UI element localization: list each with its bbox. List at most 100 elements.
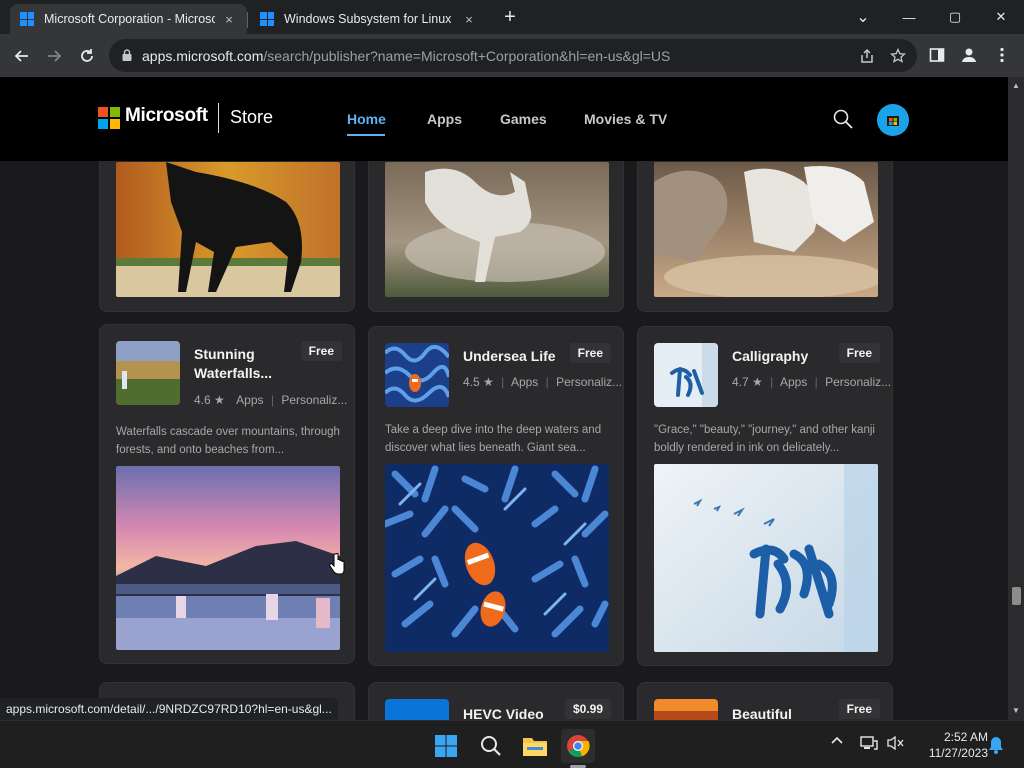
app-thumbnail[interactable] bbox=[385, 699, 449, 720]
card-hero-image[interactable] bbox=[654, 162, 878, 297]
tab-close-icon[interactable]: × bbox=[221, 12, 237, 27]
forward-button[interactable] bbox=[40, 42, 68, 70]
app-card-beautiful[interactable]: Beautiful Free bbox=[637, 682, 893, 720]
bookmark-star-icon[interactable] bbox=[888, 46, 908, 66]
price-badge: Free bbox=[838, 699, 880, 719]
meta-separator: | bbox=[501, 375, 505, 389]
app-title[interactable]: Beautiful bbox=[732, 705, 852, 720]
nav-movies-tv[interactable]: Movies & TV bbox=[584, 111, 667, 127]
category-label: Apps bbox=[779, 375, 808, 389]
reload-button[interactable] bbox=[73, 42, 101, 70]
network-icon bbox=[860, 736, 878, 750]
nav-home[interactable]: Home bbox=[347, 111, 386, 127]
maximize-button[interactable]: ▢ bbox=[932, 4, 978, 30]
search-icon[interactable] bbox=[833, 109, 853, 129]
nav-games[interactable]: Games bbox=[500, 111, 547, 127]
rating-value: 4.7 bbox=[732, 375, 749, 389]
category-label: Apps bbox=[510, 375, 539, 389]
category-label: Apps bbox=[236, 393, 264, 407]
address-bar[interactable]: apps.microsoft.com/search/publisher?name… bbox=[109, 39, 917, 72]
show-hidden-icons-button[interactable] bbox=[831, 735, 843, 750]
url-text[interactable]: apps.microsoft.com/search/publisher?name… bbox=[142, 48, 670, 64]
page-scrollbar[interactable]: ▲ ▼ bbox=[1008, 77, 1024, 720]
clock-date: 11/27/2023 bbox=[928, 746, 988, 760]
volume-button[interactable] bbox=[886, 735, 904, 754]
reload-icon bbox=[81, 49, 93, 62]
nav-apps[interactable]: Apps bbox=[427, 111, 462, 127]
price-badge: Free bbox=[838, 343, 880, 363]
app-thumbnail[interactable] bbox=[385, 343, 449, 407]
tab-close-icon[interactable]: × bbox=[461, 12, 477, 27]
meta-separator: | bbox=[814, 375, 818, 389]
app-meta: 4.5 ★ | Apps | Personaliz... bbox=[463, 375, 622, 389]
store-label[interactable]: Store bbox=[230, 107, 273, 128]
speaker-muted-icon bbox=[887, 735, 904, 751]
app-description: Take a deep dive into the deep waters an… bbox=[385, 424, 602, 454]
app-card-undersea-life[interactable]: Undersea Life Free 4.5 ★ | Apps | Person… bbox=[368, 326, 624, 666]
star-icon: ★ bbox=[752, 375, 763, 389]
app-thumbnail[interactable] bbox=[654, 699, 718, 720]
star-icon: ★ bbox=[483, 375, 494, 389]
card-hero-image[interactable] bbox=[385, 162, 609, 297]
lock-icon[interactable] bbox=[122, 49, 132, 61]
store-favicon-icon bbox=[20, 12, 34, 26]
minimize-button[interactable]: — bbox=[886, 4, 932, 30]
notifications-button[interactable] bbox=[988, 736, 1004, 757]
app-thumbnail[interactable] bbox=[654, 343, 718, 407]
microsoft-logo-icon[interactable] bbox=[98, 107, 120, 129]
card-hero-image[interactable] bbox=[116, 466, 340, 650]
card-hero-image[interactable] bbox=[385, 464, 609, 652]
link-status-bar: apps.microsoft.com/detail/.../9NRDZC97RD… bbox=[0, 698, 338, 720]
taskbar-clock[interactable]: 2:52 AM 11/27/2023 bbox=[918, 729, 988, 761]
card-hero-image[interactable] bbox=[654, 464, 878, 652]
side-panel-button[interactable] bbox=[924, 42, 950, 68]
brand-name[interactable]: Microsoft bbox=[125, 105, 208, 127]
profile-button[interactable] bbox=[956, 42, 982, 68]
network-button[interactable] bbox=[860, 735, 878, 754]
brand-divider bbox=[218, 103, 219, 133]
app-title[interactable]: Calligraphy bbox=[732, 347, 852, 366]
nav-active-indicator bbox=[347, 134, 385, 136]
file-explorer-button[interactable] bbox=[518, 729, 552, 763]
rating-value: 4.5 bbox=[463, 375, 480, 389]
account-avatar[interactable] bbox=[877, 104, 909, 136]
scroll-down-icon[interactable]: ▼ bbox=[1011, 706, 1021, 715]
taskbar-search-button[interactable] bbox=[474, 729, 508, 763]
tab-title: Microsoft Corporation - Microsoft Store bbox=[44, 12, 215, 26]
page-viewport: Microsoft Store Home Apps Games Movies &… bbox=[0, 77, 1008, 720]
price-badge: $0.99 bbox=[564, 699, 611, 719]
star-icon: ★ bbox=[214, 393, 225, 407]
app-title[interactable]: Stunning Waterfalls... bbox=[194, 345, 314, 383]
rating-value: 4.6 bbox=[194, 393, 211, 407]
app-card-hevc-video[interactable]: HEVC Video $0.99 bbox=[368, 682, 624, 720]
scroll-thumb[interactable] bbox=[1012, 587, 1021, 605]
card-hero-image[interactable] bbox=[116, 162, 340, 297]
app-thumbnail[interactable] bbox=[116, 341, 180, 405]
profile-icon bbox=[962, 48, 976, 62]
back-button[interactable] bbox=[8, 42, 36, 70]
close-window-button[interactable]: ✕ bbox=[978, 4, 1024, 30]
store-bag-icon bbox=[887, 116, 899, 126]
start-button[interactable] bbox=[429, 729, 463, 763]
app-title[interactable]: Undersea Life bbox=[463, 347, 583, 366]
app-description: "Grace," "beauty," "journey," and other … bbox=[654, 424, 875, 454]
app-card-calligraphy[interactable]: Calligraphy Free 4.7 ★ | Apps | Personal… bbox=[637, 326, 893, 666]
store-header: Microsoft Store Home Apps Games Movies &… bbox=[0, 77, 1008, 161]
chrome-taskbar-button[interactable] bbox=[561, 729, 595, 763]
price-badge: Free bbox=[300, 341, 342, 361]
app-meta: 4.7 ★ | Apps | Personaliz... bbox=[732, 375, 891, 389]
scroll-up-icon[interactable]: ▲ bbox=[1011, 81, 1021, 90]
new-tab-button[interactable]: + bbox=[499, 6, 521, 28]
folder-icon bbox=[523, 738, 547, 756]
kebab-menu-icon bbox=[1000, 47, 1004, 63]
side-panel-icon bbox=[929, 48, 945, 62]
tab-microsoft-corporation[interactable]: Microsoft Corporation - Microsoft Store … bbox=[10, 4, 247, 34]
tab-search-button[interactable]: ⌄ bbox=[840, 4, 886, 30]
tab-windows-subsystem-for-linux[interactable]: Windows Subsystem for Linux - Microsoft … bbox=[250, 4, 487, 34]
menu-button[interactable] bbox=[989, 42, 1015, 68]
hand-cursor-icon bbox=[329, 553, 345, 575]
app-card-stunning-waterfalls[interactable]: Stunning Waterfalls... Free 4.6 ★ Apps |… bbox=[99, 324, 355, 664]
share-icon[interactable] bbox=[857, 46, 877, 66]
chevron-up-icon bbox=[831, 736, 843, 744]
tab-separator bbox=[247, 12, 248, 28]
